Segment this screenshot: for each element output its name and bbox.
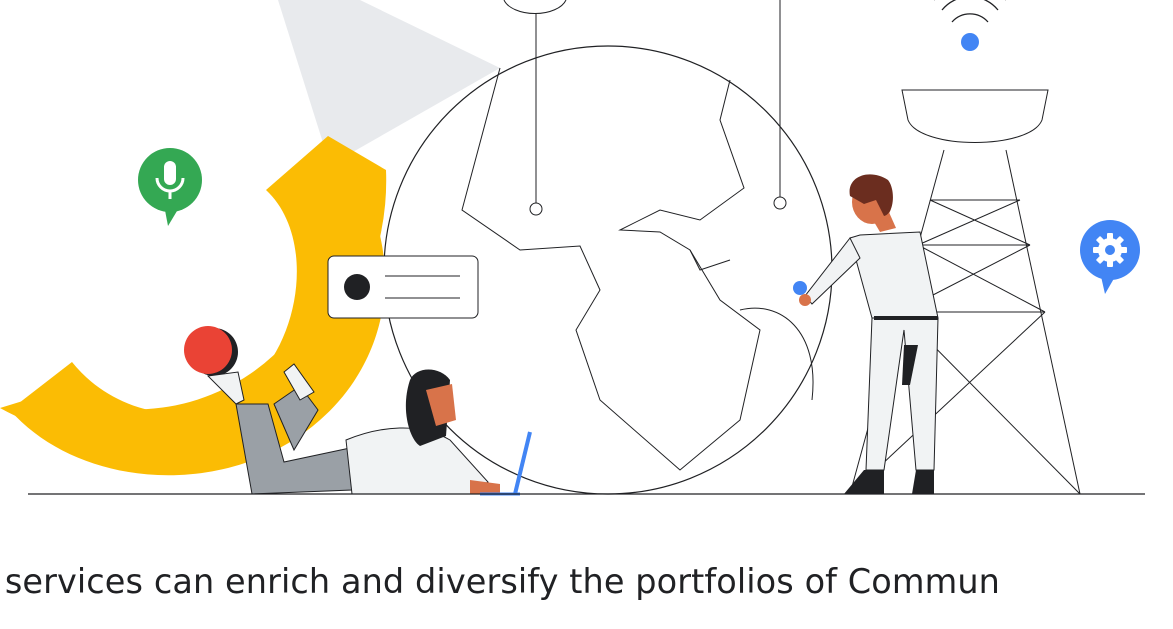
message-avatar xyxy=(344,274,370,300)
pin-left xyxy=(529,202,543,216)
hero-illustration xyxy=(0,0,1145,496)
hanging-bulb xyxy=(503,0,567,15)
pin-right xyxy=(773,196,787,210)
caption-text: ge services can enrich and diversify the… xyxy=(0,562,1001,601)
wifi-signal-icon xyxy=(934,0,1006,51)
gear-icon xyxy=(1080,220,1140,294)
red-ball xyxy=(184,326,232,374)
microphone-icon xyxy=(138,148,202,226)
blue-pin xyxy=(793,281,807,295)
